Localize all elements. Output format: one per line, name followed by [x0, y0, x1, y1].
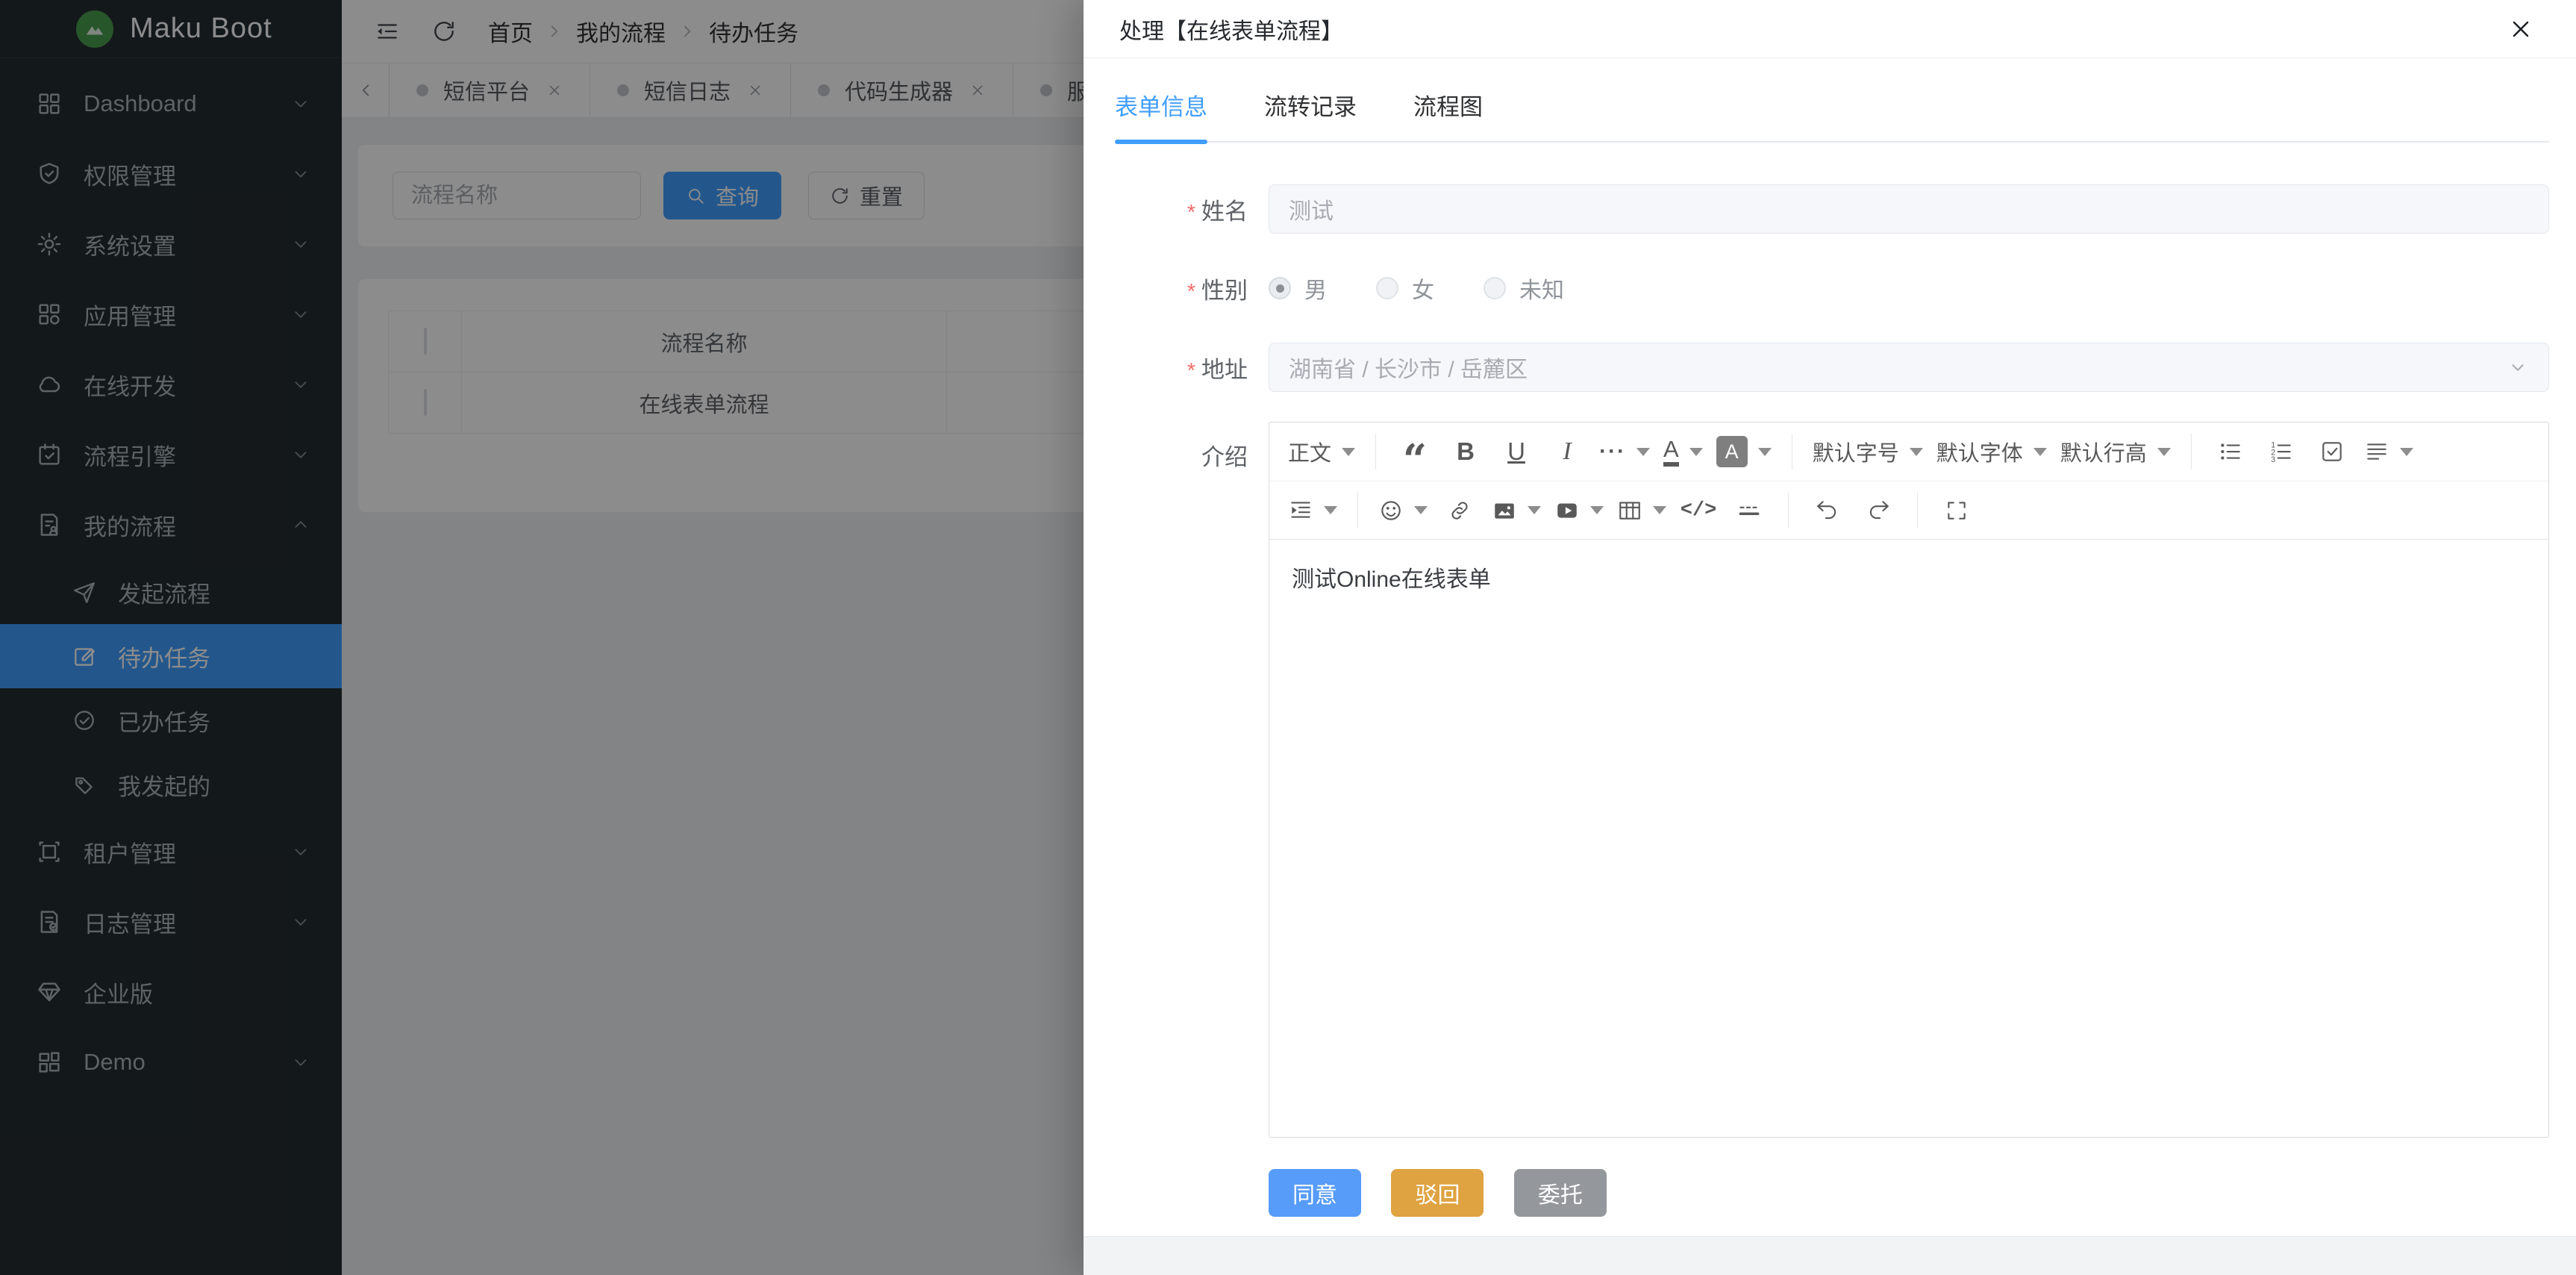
font-color-dropdown[interactable]: A [1663, 431, 1703, 473]
underline-button[interactable]: U [1498, 431, 1535, 473]
todo-list-button[interactable] [2313, 431, 2351, 473]
font-family-dropdown[interactable]: 默认字体 [1936, 431, 2047, 473]
radio-dot [1484, 277, 1506, 299]
justify-dropdown[interactable] [2364, 431, 2413, 473]
delegate-button[interactable]: 委托 [1514, 1169, 1607, 1217]
redo-icon [1866, 498, 1891, 523]
caret-down-icon [1689, 448, 1703, 456]
editor-toolbar: 正文 “ B U I ··· A A 默认字号 [1269, 423, 2548, 540]
form-row-name: 姓名 测试 [1115, 184, 2549, 234]
video-icon [1554, 498, 1580, 523]
address-cascader[interactable]: 湖南省 / 长沙市 / 岳麓区 [1269, 343, 2549, 392]
close-icon[interactable] [2507, 16, 2534, 43]
name-field[interactable]: 测试 [1269, 184, 2549, 234]
paragraph-style-dropdown[interactable]: 正文 [1288, 431, 1355, 473]
toolbar-divider [1788, 493, 1789, 529]
form-row-address: 地址 湖南省 / 长沙市 / 岳麓区 [1115, 343, 2549, 392]
address-label: 地址 [1115, 351, 1248, 384]
reject-button[interactable]: 驳回 [1391, 1169, 1484, 1217]
approve-button[interactable]: 同意 [1269, 1169, 1361, 1217]
undo-icon [1815, 498, 1840, 523]
radio-male[interactable]: 男 [1269, 272, 1327, 305]
editor-content[interactable]: 测试Online在线表单 [1269, 540, 2548, 1137]
toolbar-divider [2191, 434, 2192, 470]
background-color-dropdown[interactable]: A [1716, 431, 1772, 473]
caret-down-icon [1910, 448, 1923, 456]
insert-table-dropdown[interactable] [1617, 490, 1666, 531]
caret-down-icon [1414, 506, 1428, 514]
caret-down-icon [2400, 448, 2413, 456]
drawer-bottom-strip [1084, 1236, 2576, 1275]
line-height-dropdown[interactable]: 默认行高 [2060, 431, 2171, 473]
toolbar-divider [1375, 434, 1376, 470]
toolbar-divider [1357, 493, 1358, 529]
bold-button[interactable]: B [1447, 431, 1484, 473]
toolbar-divider [1917, 493, 1918, 529]
indent-dropdown[interactable] [1288, 490, 1337, 531]
drawer-title: 处理【在线表单流程】 [1119, 13, 1343, 46]
emoji-dropdown[interactable] [1378, 490, 1428, 531]
more-styles-dropdown[interactable]: ··· [1599, 431, 1650, 473]
indent-icon [1288, 498, 1313, 523]
tab-flow-diagram[interactable]: 流程图 [1413, 88, 1483, 141]
caret-down-icon [2033, 448, 2047, 456]
caret-down-icon [1636, 448, 1650, 456]
bullet-list-icon [2218, 439, 2243, 464]
form-row-gender: 性别 男 女 未知 [1115, 264, 2549, 313]
undo-button[interactable] [1809, 490, 1846, 531]
insert-link-button[interactable] [1441, 490, 1478, 531]
caret-down-icon [1758, 448, 1772, 456]
radio-dot [1376, 277, 1398, 299]
radio-dot [1269, 277, 1291, 299]
insert-video-dropdown[interactable] [1554, 490, 1604, 531]
name-label: 姓名 [1115, 193, 1248, 226]
form-row-intro: 介绍 正文 “ B U I ··· A [1115, 422, 2549, 1138]
emoji-icon [1378, 498, 1404, 523]
caret-down-icon [1324, 506, 1337, 514]
blockquote-button[interactable]: “ [1396, 431, 1434, 473]
gender-radio-group: 男 女 未知 [1269, 264, 2549, 313]
chevron-down-icon [2507, 356, 2529, 378]
ordered-list-button[interactable]: 123 [2263, 431, 2300, 473]
caret-down-icon [2157, 448, 2171, 456]
screen: Maku Boot Dashboard 权限管理 系统设置 应用管理 [0, 0, 2576, 1275]
redo-button[interactable] [1860, 490, 1897, 531]
caret-down-icon [1528, 506, 1541, 514]
drawer-tabs: 表单信息 流转记录 流程图 [1115, 88, 2549, 143]
rich-text-editor: 正文 “ B U I ··· A A 默认字号 [1269, 422, 2549, 1138]
font-size-dropdown[interactable]: 默认字号 [1813, 431, 1923, 473]
toolbar-row-1: 正文 “ B U I ··· A A 默认字号 [1269, 423, 2548, 481]
drawer-body: 表单信息 流转记录 流程图 姓名 测试 性别 [1084, 58, 2576, 1236]
code-block-button[interactable]: </> [1680, 490, 1717, 531]
todo-checkbox-icon [2319, 439, 2345, 464]
svg-text:3: 3 [2271, 455, 2275, 464]
ordered-list-icon: 123 [2269, 439, 2294, 464]
link-icon [1447, 498, 1472, 523]
drawer-actions: 同意 驳回 委托 [1115, 1169, 2549, 1217]
caret-down-icon [1653, 506, 1666, 514]
bullet-list-button[interactable] [2212, 431, 2249, 473]
fullscreen-button[interactable] [1938, 490, 1975, 531]
gender-label: 性别 [1115, 272, 1248, 305]
intro-label: 介绍 [1115, 422, 1248, 472]
drawer-header: 处理【在线表单流程】 [1084, 0, 2576, 58]
process-drawer: 处理【在线表单流程】 表单信息 流转记录 流程图 姓名 测试 性别 [1084, 0, 2576, 1275]
horizontal-rule-button[interactable] [1731, 490, 1768, 531]
radio-unknown[interactable]: 未知 [1484, 272, 1564, 305]
caret-down-icon [1342, 448, 1355, 456]
caret-down-icon [1590, 506, 1604, 514]
process-form: 姓名 测试 性别 男 女 [1115, 184, 2549, 1138]
divider-line-icon [1736, 498, 1762, 523]
image-icon [1492, 498, 1517, 523]
italic-button[interactable]: I [1548, 431, 1586, 473]
table-icon [1617, 498, 1642, 523]
toolbar-row-2: </> [1269, 481, 2548, 539]
fullscreen-icon [1944, 498, 1969, 523]
radio-female[interactable]: 女 [1376, 272, 1434, 305]
tab-flow-records[interactable]: 流转记录 [1264, 88, 1357, 141]
insert-image-dropdown[interactable] [1492, 490, 1541, 531]
align-justify-icon [2364, 439, 2389, 464]
tab-form-info[interactable]: 表单信息 [1115, 88, 1207, 141]
